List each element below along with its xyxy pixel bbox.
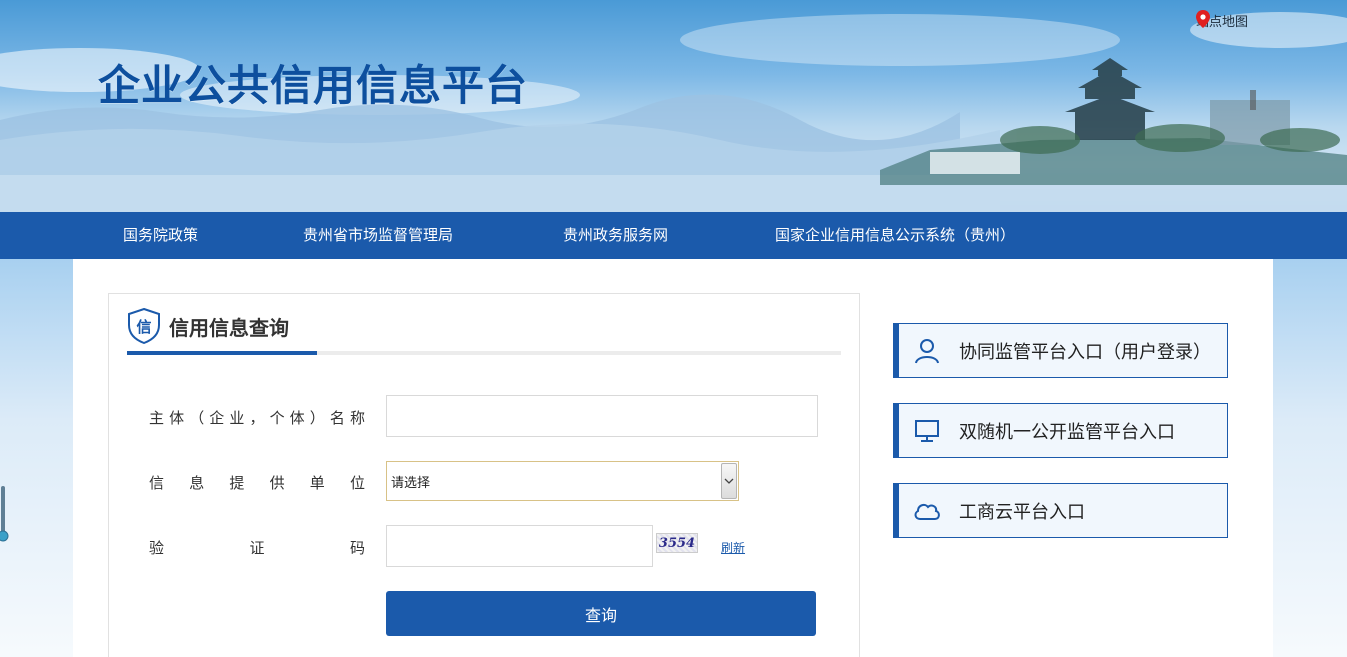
shield-icon-char: 信 (136, 318, 151, 336)
name-label-char: 主 (149, 409, 165, 427)
name-label-char: 个 (269, 409, 285, 427)
provider-label-char: 提 (229, 474, 245, 492)
credit-query-panel: 信 信用信息查询 主体（企业，个体）名称 信息提供单位 请选择 验证码 3554… (108, 293, 860, 657)
captcha-input[interactable] (386, 525, 653, 567)
panel-divider (127, 351, 841, 355)
name-label-char: 企 (209, 409, 225, 427)
captcha-refresh-link[interactable]: 刷新 (721, 539, 745, 556)
provider-label: 信息提供单位 (149, 472, 365, 493)
nav-item-gov-service-network[interactable]: 贵州政务服务网 (563, 212, 668, 259)
header-banner: 企业公共信用信息平台 站点地图 (0, 0, 1347, 212)
name-label-char: 名 (329, 409, 345, 427)
main-content: 信 信用信息查询 主体（企业，个体）名称 信息提供单位 请选择 验证码 3554… (73, 259, 1273, 657)
entry-double-random[interactable]: 双随机一公开监管平台入口 (893, 403, 1228, 458)
nav-item-market-supervision-bureau[interactable]: 贵州省市场监督管理局 (303, 212, 453, 259)
panel-divider-accent (127, 351, 317, 355)
captcha-label-char: 验 (149, 539, 165, 557)
provider-label-char: 信 (149, 474, 165, 492)
captcha-image[interactable]: 3554 (656, 533, 698, 553)
monitor-icon (913, 417, 941, 445)
provider-label-char: 单 (309, 474, 325, 492)
captcha-label-char: 码 (349, 539, 365, 557)
captcha-label-char: 证 (249, 539, 265, 557)
provider-label-char: 供 (269, 474, 285, 492)
sitemap-link[interactable]: 站点地图 (1196, 10, 1248, 30)
name-label-char: ， (249, 409, 265, 427)
name-label-char: 体 (169, 409, 185, 427)
chevron-down-icon[interactable] (721, 463, 737, 499)
name-label-char: ） (309, 409, 325, 427)
name-label-char: 称 (349, 409, 365, 427)
name-label-char: 体 (289, 409, 305, 427)
provider-label-char: 息 (189, 474, 205, 492)
name-label-char: （ (189, 409, 205, 427)
query-button[interactable]: 查询 (386, 591, 816, 636)
shield-icon: 信 (128, 308, 160, 344)
cloud-icon (913, 497, 941, 525)
nav-item-state-council-policy[interactable]: 国务院政策 (123, 212, 198, 259)
entry-collaborative-supervision[interactable]: 协同监管平台入口（用户登录） (893, 323, 1228, 378)
panel-header: 信 信用信息查询 (127, 306, 289, 346)
provider-select-value: 请选择 (391, 475, 431, 491)
side-gauge-icon (0, 486, 9, 542)
entry-business-cloud[interactable]: 工商云平台入口 (893, 483, 1228, 538)
entry-label: 双随机一公开监管平台入口 (959, 421, 1175, 443)
name-label-char: 业 (229, 409, 245, 427)
entry-label: 协同监管平台入口（用户登录） (959, 341, 1211, 363)
nav-item-national-credit-system[interactable]: 国家企业信用信息公示系统（贵州） (775, 212, 1015, 259)
location-pin-icon (1196, 10, 1210, 28)
provider-select[interactable]: 请选择 (386, 461, 739, 501)
provider-label-char: 位 (349, 474, 365, 492)
panel-title: 信用信息查询 (169, 315, 289, 340)
entry-label: 工商云平台入口 (959, 501, 1085, 523)
site-title: 企业公共信用信息平台 (98, 61, 529, 110)
main-nav: 国务院政策 贵州省市场监督管理局 贵州政务服务网 国家企业信用信息公示系统（贵州… (0, 212, 1347, 259)
user-icon (913, 337, 941, 365)
name-label: 主体（企业，个体）名称 (149, 407, 365, 428)
captcha-label: 验证码 (149, 537, 365, 558)
entity-name-input[interactable] (386, 395, 818, 437)
